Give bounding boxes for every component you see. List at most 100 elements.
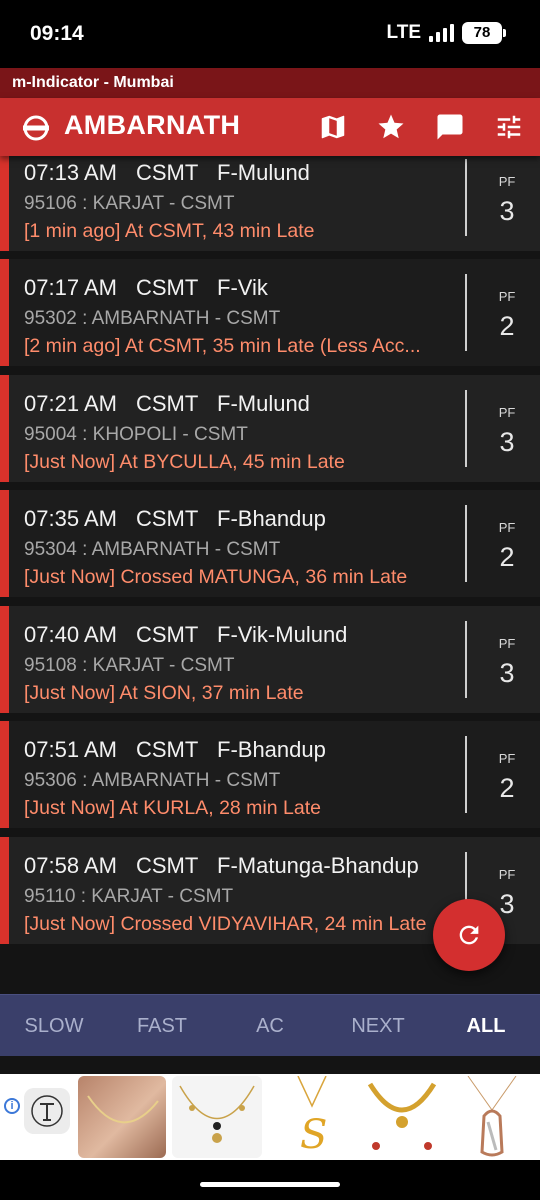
train-route: 95106 : KARJAT - CSMT [24,192,235,214]
train-summary: 07:51 AM CSMT F-Bhandup [24,737,326,763]
train-time: 07:35 AM [24,506,117,531]
train-type: F-Bhandup [217,506,326,531]
train-live-status: [Just Now] At BYCULLA, 45 min Late [24,450,345,473]
tab-ac[interactable]: AC [216,995,324,1056]
train-route: 95110 : KARJAT - CSMT [24,885,234,907]
train-type: F-Bhandup [217,737,326,762]
ad-product-image[interactable] [172,1076,262,1158]
row-accent [0,605,9,713]
train-summary: 07:13 AM CSMT F-Mulund [24,160,310,186]
platform-number: 3 [499,195,515,226]
train-destination: CSMT [136,621,199,647]
metro-logo-icon [23,115,49,141]
row-accent [0,374,9,482]
tab-all[interactable]: ALL [432,995,540,1056]
tab-next[interactable]: NEXT [324,995,432,1056]
platform-label: PF [498,751,516,766]
train-summary: 07:35 AM CSMT F-Bhandup [24,506,326,532]
train-type: F-Vik-Mulund [217,621,348,647]
train-type: F-Vik [217,275,268,300]
train-time: 07:21 AM [24,390,117,416]
train-time: 07:40 AM [24,621,117,647]
ad-banner[interactable]: i S [0,1074,540,1160]
app-header: AMBARNATH [0,98,540,156]
row-accent [0,259,9,366]
network-type: LTE [386,22,421,43]
star-icon[interactable] [376,112,406,142]
row-accent [0,721,9,828]
train-route: 95306 : AMBARNATH - CSMT [24,770,281,791]
train-live-status: [Just Now] Crossed MATUNGA, 36 min Late [24,566,408,588]
train-live-status: [1 min ago] At CSMT, 43 min Late [24,219,315,242]
filter-sliders-icon[interactable] [494,112,524,142]
home-gesture-handle[interactable] [200,1182,340,1187]
train-row[interactable]: 07:13 AM CSMT F-Mulund 95106 : KARJAT - CSM… [0,156,540,251]
platform-label: PF [498,635,516,651]
ad-product-image[interactable]: S [268,1075,356,1158]
ad-product-image[interactable] [78,1076,166,1158]
train-route: 95108 : KARJAT - CSMT [24,654,235,676]
train-destination: CSMT [136,275,199,300]
platform-divider [465,274,467,351]
ad-product-image[interactable] [448,1075,536,1158]
row-accent [0,836,9,944]
train-destination: CSMT [136,737,199,762]
tab-slow[interactable]: SLOW [0,995,108,1056]
platform-divider [465,505,467,582]
platform-label: PF [498,173,516,189]
train-row[interactable]: 07:21 AM CSMT F-Mulund 95004 : KHOPOLI - CS… [0,374,540,482]
row-accent [0,490,9,597]
station-title[interactable]: AMBARNATH [64,110,240,141]
ad-info-icon[interactable]: i [4,1098,20,1114]
train-row[interactable]: 07:35 AM CSMT F-Bhandup 95304 : AMBARNATH -… [0,490,540,597]
platform-number: 2 [499,773,515,803]
train-time: 07:17 AM [24,275,117,300]
train-type: F-Mulund [217,390,310,416]
status-bar: 09:14 LTE 78 [0,0,540,68]
refresh-icon [459,925,479,945]
train-live-status: [Just Now] At KURLA, 28 min Late [24,797,321,819]
map-icon[interactable] [318,112,348,142]
platform-number: 3 [499,426,515,457]
train-summary: 07:21 AM CSMT F-Mulund [24,391,310,417]
battery-icon: 78 [462,22,506,44]
platform-label: PF [498,866,516,882]
train-list[interactable]: 95202 : BADLAPUR - CSMTPF307:13 AMCSMTF-… [0,156,540,994]
train-route: 95302 : AMBARNATH - CSMT [24,308,281,329]
train-time: 07:58 AM [24,852,117,878]
refresh-button[interactable] [433,899,505,971]
platform-label: PF [498,289,516,304]
platform-divider [465,736,467,813]
status-time: 09:14 [30,22,84,45]
tab-fast[interactable]: FAST [108,995,216,1056]
row-accent [0,156,9,251]
train-type: F-Mulund [217,159,310,185]
train-live-status: [Just Now] Crossed VIDYAVIHAR, 24 min La… [24,912,427,935]
train-summary: 07:58 AM CSMT F-Matunga-Bhandup [24,853,419,879]
train-row[interactable]: 07:17 AM CSMT F-Vik 95302 : AMBARNATH - CSM… [0,259,540,366]
train-summary: 07:17 AM CSMT F-Vik [24,275,268,301]
train-live-status: [Just Now] At SION, 37 min Late [24,681,304,704]
system-nav-bar [0,1160,540,1200]
platform-divider [465,389,467,467]
platform-divider [465,158,467,236]
platform-divider [465,620,467,698]
signal-icon [429,24,454,42]
train-destination: CSMT [136,390,199,416]
train-row[interactable]: 07:40 AM CSMT F-Vik-Mulund 95108 : KARJAT -… [0,605,540,713]
platform-number: 2 [499,542,515,572]
train-row[interactable]: 07:51 AM CSMT F-Bhandup 95306 : AMBARNATH -… [0,721,540,828]
ad-logo-icon [24,1088,70,1134]
chat-icon[interactable] [435,112,465,142]
train-destination: CSMT [136,159,199,185]
platform-label: PF [498,404,516,420]
ad-product-image[interactable] [362,1076,442,1158]
train-route: 95004 : KHOPOLI - CSMT [24,423,248,445]
train-type: F-Matunga-Bhandup [217,852,419,878]
app-title: m-Indicator - Mumbai [0,68,540,98]
status-icons: LTE 78 [386,22,506,44]
platform-label: PF [498,520,516,535]
platform-number: 2 [499,311,515,341]
divider [0,1056,540,1074]
train-summary: 07:40 AM CSMT F-Vik-Mulund [24,622,347,648]
